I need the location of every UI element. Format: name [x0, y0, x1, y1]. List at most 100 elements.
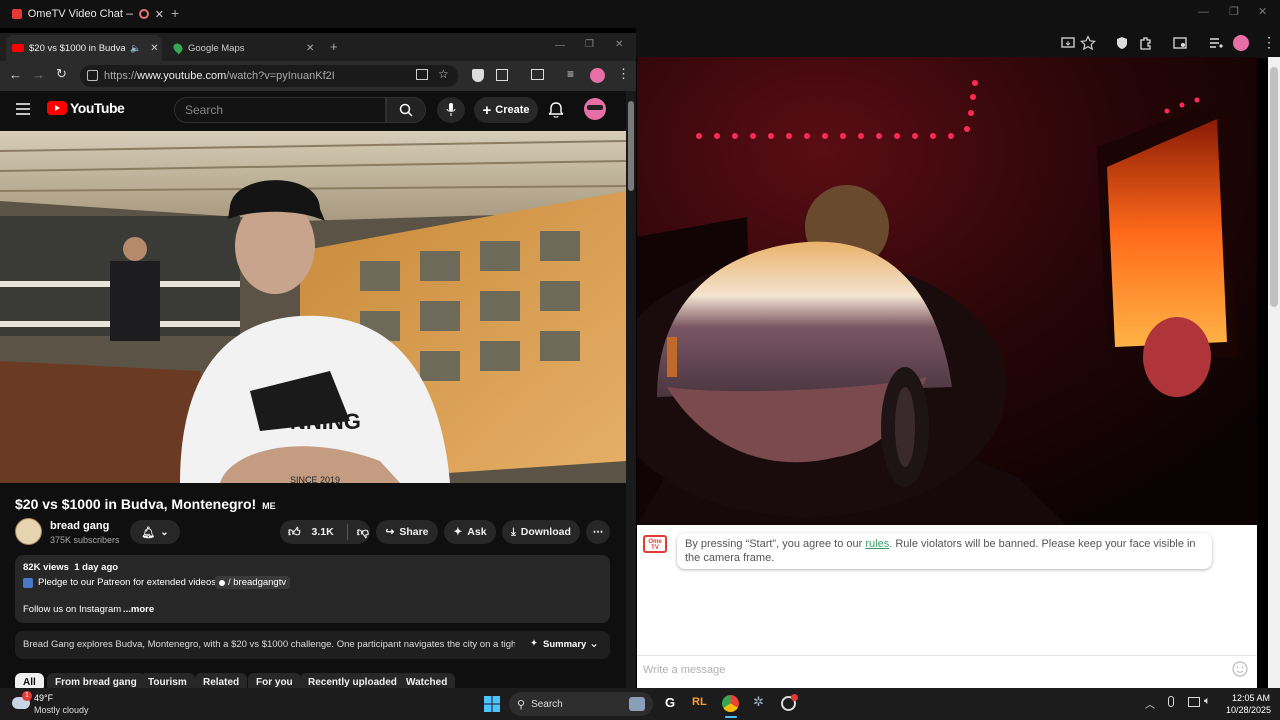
- windows-taskbar: 1 49°F Mostly cloudy ⚲ Search G RL ✲ ︿ 🔈…: [0, 688, 1280, 720]
- maps-pin-icon: [171, 41, 185, 55]
- video-title-text: $20 vs $1000 in Budva, Montenegro!: [15, 496, 257, 512]
- new-tab-button[interactable]: +: [171, 5, 179, 21]
- thumbs-down-icon[interactable]: 👎︎: [357, 525, 369, 540]
- share-button[interactable]: ↪ Share: [376, 520, 438, 544]
- description-box[interactable]: 82K views 1 day ago Pledge to our Patreo…: [15, 555, 610, 623]
- extension-shield-icon[interactable]: [472, 69, 484, 82]
- emoji-icon[interactable]: [1232, 661, 1248, 677]
- close-icon[interactable]: ✕: [155, 8, 164, 21]
- chevron-down-icon: ⌄: [160, 526, 169, 538]
- clock-date[interactable]: 10/28/2025: [1226, 705, 1271, 715]
- youtube-video-player[interactable]: NNING SINCE 2019: [0, 131, 626, 483]
- hamburger-menu-icon[interactable]: [16, 103, 30, 115]
- scrollbar-thumb[interactable]: [628, 101, 634, 191]
- thumbs-up-icon[interactable]: 👍︎: [288, 525, 301, 540]
- maximize-button[interactable]: ❐: [585, 39, 594, 50]
- summary-box[interactable]: Bread Gang explores Budva, Montenegro, w…: [15, 631, 610, 659]
- taskbar-search[interactable]: ⚲ Search: [509, 692, 653, 716]
- youtube-search-button[interactable]: [386, 97, 426, 123]
- taskbar-app-rl-icon[interactable]: RL: [692, 696, 707, 708]
- channel-avatar[interactable]: [15, 518, 42, 545]
- notifications-bell-icon[interactable]: [549, 102, 563, 118]
- profile-avatar[interactable]: [590, 68, 605, 83]
- new-tab-button[interactable]: +: [330, 39, 338, 54]
- clock-time[interactable]: 12:05 AM: [1232, 693, 1270, 703]
- recorder-badge-icon: [791, 694, 798, 701]
- page-scrollbar[interactable]: [1268, 57, 1280, 688]
- maximize-button[interactable]: ❐: [1229, 5, 1239, 18]
- like-count[interactable]: 3.1K: [312, 526, 334, 538]
- tab-google-maps[interactable]: Google Maps ✕: [168, 35, 318, 61]
- install-icon[interactable]: [416, 69, 428, 80]
- download-label: Download: [520, 526, 571, 538]
- chrome-icon[interactable]: [722, 695, 739, 712]
- close-window-button[interactable]: ✕: [1258, 5, 1267, 18]
- network-icon[interactable]: [1188, 697, 1200, 707]
- tab-youtube-title: $20 vs $1000 in Budva, Mon: [29, 42, 125, 54]
- youtube-wordmark: YouTube: [70, 100, 125, 116]
- patreon-chip[interactable]: / breadgangtv: [215, 576, 291, 589]
- subscribed-button[interactable]: 🔔︎ ⌄: [130, 520, 180, 544]
- chevron-up-icon[interactable]: ︿: [1145, 696, 1155, 711]
- youtube-scrollbar[interactable]: [626, 91, 636, 688]
- youtube-logo[interactable]: YouTube: [47, 100, 125, 116]
- taskbar-app-gear-icon[interactable]: ✲: [753, 694, 764, 710]
- taskbar-app-g-icon[interactable]: G: [665, 695, 675, 710]
- windows-start-icon[interactable]: [484, 696, 500, 712]
- channel-name[interactable]: bread gang: [50, 520, 109, 532]
- message-input[interactable]: Write a message: [643, 664, 725, 676]
- weather-widget[interactable]: 1 49°F Mostly cloudy: [10, 691, 130, 717]
- back-arrow-icon[interactable]: ←: [9, 67, 22, 82]
- weather-badge: 1: [22, 691, 32, 701]
- patreon-icon: [23, 578, 33, 588]
- download-button[interactable]: ⤓ Download: [502, 520, 580, 544]
- chevron-down-icon[interactable]: ⌄: [589, 636, 599, 650]
- tab-youtube[interactable]: $20 vs $1000 in Budva, Mon 🔈 ✕: [6, 35, 162, 61]
- address-bar[interactable]: https://www.youtube.com/watch?v=pyInuanK…: [80, 65, 458, 87]
- close-icon[interactable]: ✕: [306, 43, 314, 54]
- star-icon[interactable]: [1080, 35, 1096, 51]
- microphone-icon[interactable]: [1168, 696, 1174, 707]
- profile-avatar[interactable]: [1233, 35, 1249, 51]
- url-path: /watch?v=pyInuanKf2I: [226, 70, 335, 82]
- voice-search-button[interactable]: [437, 97, 465, 123]
- media-icon[interactable]: [1172, 35, 1188, 51]
- speaker-icon[interactable]: 🔈: [130, 43, 141, 54]
- close-window-button[interactable]: ✕: [615, 39, 623, 50]
- puzzle-icon[interactable]: [496, 69, 508, 81]
- summary-label[interactable]: Summary: [543, 639, 586, 650]
- bell-icon: 🔔︎: [141, 526, 156, 539]
- media-icon[interactable]: [531, 69, 544, 80]
- scrollbar-thumb[interactable]: [1270, 67, 1278, 307]
- youtube-search-input[interactable]: Search: [174, 97, 386, 123]
- menu-icon[interactable]: ⋮: [617, 66, 630, 82]
- reload-icon[interactable]: ↻: [56, 66, 67, 82]
- minimize-button[interactable]: —: [555, 40, 565, 51]
- star-icon[interactable]: ☆: [438, 67, 449, 81]
- install-icon[interactable]: [1060, 35, 1076, 51]
- shirt-text: NNING: [290, 409, 361, 434]
- create-button[interactable]: + Create: [474, 97, 538, 123]
- puzzle-icon[interactable]: [1138, 35, 1154, 51]
- account-avatar[interactable]: [584, 98, 606, 120]
- tab-ometv[interactable]: OmeTV Video Chat — Ome ✕: [6, 2, 164, 26]
- description-line-2: Follow us on Instagram: [23, 604, 121, 615]
- minimize-button[interactable]: —: [1198, 6, 1209, 18]
- ometv-favicon: [12, 9, 22, 19]
- taskbar-search-label: Search: [531, 698, 563, 710]
- volume-icon[interactable]: 🔈︎: [1204, 695, 1211, 708]
- views-date: 82K views 1 day ago: [23, 562, 119, 573]
- ask-button[interactable]: ✦ Ask: [444, 520, 496, 544]
- menu-icon[interactable]: ⋮: [1262, 34, 1276, 51]
- forward-arrow-icon[interactable]: →: [32, 67, 45, 82]
- playlist-icon[interactable]: [1208, 35, 1224, 51]
- more-actions-button[interactable]: ⋯: [586, 520, 610, 544]
- back-toolbar: ⋮: [636, 28, 1280, 58]
- rules-link[interactable]: rules: [865, 538, 889, 550]
- close-icon[interactable]: ✕: [150, 43, 158, 54]
- extension-shield-icon[interactable]: [1114, 35, 1130, 51]
- video-title: $20 vs $1000 in Budva, Montenegro! ME: [15, 496, 276, 512]
- playlist-icon[interactable]: ≡: [567, 67, 574, 81]
- show-more-link[interactable]: ...more: [123, 604, 154, 615]
- site-info-icon[interactable]: [87, 70, 98, 81]
